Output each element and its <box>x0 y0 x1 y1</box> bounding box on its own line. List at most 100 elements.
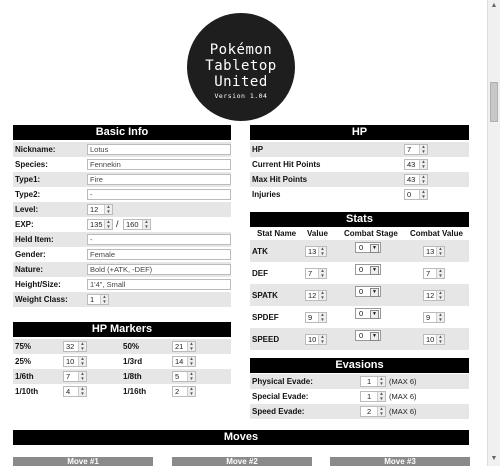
exp-max-stepper[interactable]: 160 ▲ ▼ <box>123 219 151 230</box>
spinner-icon[interactable]: ▲ ▼ <box>104 204 112 214</box>
hp-marker-stepper[interactable]: 14 ▲ ▼ <box>172 356 196 367</box>
spinner-icon[interactable]: ▲ ▼ <box>78 386 86 396</box>
move-1-tab[interactable]: Move #1 <box>13 457 153 466</box>
stat-row-atk: ATK 13 ▲ ▼ 0 ▼ 13 ▲ ▼ <box>250 240 469 262</box>
held-item-row: Held Item: - <box>13 232 231 247</box>
stat-name: DEF <box>252 269 268 278</box>
exp-row: EXP: 135 ▲ ▼ / 160 ▲ ▼ <box>13 217 231 232</box>
spinner-icon[interactable]: ▲ ▼ <box>100 294 108 304</box>
hp-stepper[interactable]: 7 ▲ ▼ <box>404 144 428 155</box>
hp-value: 7 <box>407 145 412 154</box>
spinner-icon[interactable]: ▲ ▼ <box>78 371 86 381</box>
hp-marker-stepper[interactable]: 10 ▲ ▼ <box>63 356 87 367</box>
species-field[interactable]: Fennekin <box>87 159 231 170</box>
spinner-icon[interactable]: ▲ ▼ <box>419 159 427 169</box>
spinner-icon[interactable]: ▲ ▼ <box>436 246 444 256</box>
exp-current-stepper[interactable]: 135 ▲ ▼ <box>87 219 113 230</box>
spinner-icon[interactable]: ▲ ▼ <box>142 219 150 229</box>
scroll-down-arrow-icon[interactable]: ▼ <box>490 455 498 463</box>
hp-marker-label: 1/3rd <box>123 357 143 366</box>
hp-marker-stepper[interactable]: 2 ▲ ▼ <box>172 386 196 397</box>
spinner-icon[interactable]: ▲ ▼ <box>78 341 86 351</box>
spinner-icon[interactable]: ▲ ▼ <box>187 371 195 381</box>
spinner-icon[interactable]: ▲ ▼ <box>187 386 195 396</box>
max-hp-stepper[interactable]: 43 ▲ ▼ <box>404 174 428 185</box>
stat-name: SPEED <box>252 335 280 344</box>
logo-line-2: Tabletop <box>205 58 277 74</box>
combat-value-stepper[interactable]: 12 ▲ ▼ <box>423 290 445 301</box>
spinner-icon[interactable]: ▲ ▼ <box>419 144 427 154</box>
spinner-icon[interactable]: ▲ ▼ <box>377 391 385 401</box>
hp-marker-stepper[interactable]: 5 ▲ ▼ <box>172 371 196 382</box>
hp-marker-label: 1/6th <box>15 372 34 381</box>
held-item-label: Held Item: <box>15 235 54 244</box>
spinner-icon[interactable]: ▲ ▼ <box>436 268 444 278</box>
gender-field[interactable]: Female <box>87 249 231 260</box>
spinner-icon[interactable]: ▲ ▼ <box>187 356 195 366</box>
combat-value-stepper[interactable]: 9 ▲ ▼ <box>423 312 445 323</box>
type2-field[interactable]: - <box>87 189 231 200</box>
hp-marker-label: 50% <box>123 342 140 351</box>
evasion-stepper[interactable]: 1 ▲ ▼ <box>360 376 386 387</box>
injuries-stepper[interactable]: 0 ▲ ▼ <box>404 189 428 200</box>
hp-marker-stepper[interactable]: 32 ▲ ▼ <box>63 341 87 352</box>
combat-stage-select[interactable]: 0 ▼ <box>355 330 381 341</box>
combat-value-stepper[interactable]: 13 ▲ ▼ <box>423 246 445 257</box>
stat-value-stepper[interactable]: 7 ▲ ▼ <box>305 268 327 279</box>
nickname-label: Nickname: <box>15 145 56 154</box>
combat-stage-select[interactable]: 0 ▼ <box>355 286 381 297</box>
level-stepper[interactable]: 12 ▲ ▼ <box>87 204 113 215</box>
hp-marker-row: 75% 32 ▲ ▼ 50% 21 ▲ ▼ <box>13 339 231 354</box>
spinner-icon[interactable]: ▲ ▼ <box>377 406 385 416</box>
combat-stage-value: 0 <box>359 309 364 318</box>
spinner-icon[interactable]: ▲ ▼ <box>318 268 326 278</box>
spinner-icon[interactable]: ▲ ▼ <box>318 312 326 322</box>
vertical-scrollbar[interactable]: ▲ ▼ <box>487 0 500 466</box>
move-3-tab[interactable]: Move #3 <box>330 457 470 466</box>
height-size-field[interactable]: 1'4", Small <box>87 279 231 290</box>
nature-field[interactable]: Bold (+ATK, -DEF) <box>87 264 231 275</box>
spinner-icon[interactable]: ▲ ▼ <box>419 174 427 184</box>
stat-value-stepper[interactable]: 12 ▲ ▼ <box>305 290 327 301</box>
scrollbar-thumb[interactable] <box>490 82 498 122</box>
stats-header: Stats <box>250 212 469 227</box>
evasion-stepper[interactable]: 2 ▲ ▼ <box>360 406 386 417</box>
spinner-icon[interactable]: ▲ ▼ <box>318 290 326 300</box>
evasion-stepper[interactable]: 1 ▲ ▼ <box>360 391 386 402</box>
type1-field[interactable]: Fire <box>87 174 231 185</box>
type2-row: Type2: - <box>13 187 231 202</box>
spinner-icon[interactable]: ▲ ▼ <box>318 246 326 256</box>
move-2-tab[interactable]: Move #2 <box>172 457 312 466</box>
spinner-icon[interactable]: ▲ ▼ <box>436 290 444 300</box>
combat-value-stepper[interactable]: 10 ▲ ▼ <box>423 334 445 345</box>
stat-value-stepper[interactable]: 13 ▲ ▼ <box>305 246 327 257</box>
combat-stage-select[interactable]: 0 ▼ <box>355 264 381 275</box>
current-hp-stepper[interactable]: 43 ▲ ▼ <box>404 159 428 170</box>
stat-row-spatk: SPATK 12 ▲ ▼ 0 ▼ 12 ▲ ▼ <box>250 284 469 306</box>
spinner-icon[interactable]: ▲ ▼ <box>104 219 112 229</box>
spinner-icon[interactable]: ▲ ▼ <box>78 356 86 366</box>
spinner-icon[interactable]: ▲ ▼ <box>419 189 427 199</box>
spinner-icon[interactable]: ▲ ▼ <box>318 334 326 344</box>
stat-value-stepper[interactable]: 10 ▲ ▼ <box>305 334 327 345</box>
spinner-icon[interactable]: ▲ ▼ <box>436 334 444 344</box>
held-item-field[interactable]: - <box>87 234 231 245</box>
weight-class-stepper[interactable]: 1 ▲ ▼ <box>87 294 109 305</box>
spinner-icon[interactable]: ▲ ▼ <box>377 376 385 386</box>
combat-stage-value: 0 <box>359 243 364 252</box>
spinner-icon[interactable]: ▲ ▼ <box>187 341 195 351</box>
stat-value-stepper[interactable]: 9 ▲ ▼ <box>305 312 327 323</box>
combat-value-stepper[interactable]: 7 ▲ ▼ <box>423 268 445 279</box>
combat-stage-select[interactable]: 0 ▼ <box>355 242 381 253</box>
hp-marker-stepper[interactable]: 7 ▲ ▼ <box>63 371 87 382</box>
spinner-icon[interactable]: ▲ ▼ <box>436 312 444 322</box>
hp-marker-stepper[interactable]: 4 ▲ ▼ <box>63 386 87 397</box>
hp-marker-stepper[interactable]: 21 ▲ ▼ <box>172 341 196 352</box>
hp-marker-label: 75% <box>15 342 32 351</box>
basic-info-header: Basic Info <box>13 125 231 140</box>
nickname-field[interactable]: Lotus <box>87 144 231 155</box>
exp-max-value: 160 <box>126 220 139 229</box>
scroll-up-arrow-icon[interactable]: ▲ <box>490 2 498 10</box>
evasion-row: Special Evade: 1 ▲ ▼ (MAX 6) <box>250 389 469 404</box>
combat-stage-select[interactable]: 0 ▼ <box>355 308 381 319</box>
